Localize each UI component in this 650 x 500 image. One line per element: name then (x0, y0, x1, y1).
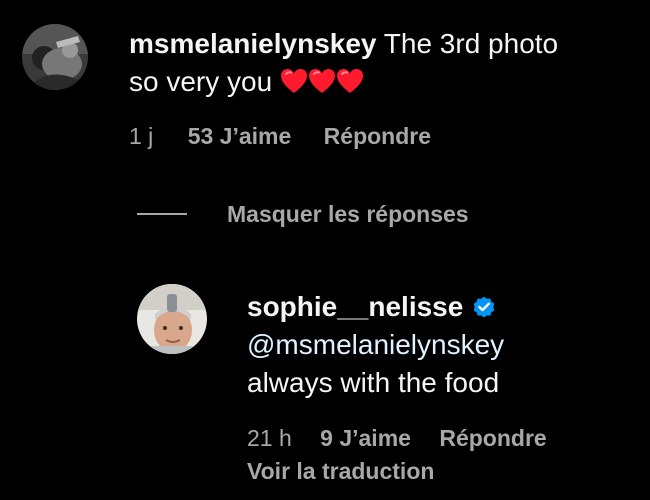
comment-text-line1: The 3rd photo (376, 28, 559, 59)
red-heart-icon (280, 69, 307, 93)
comment-reply-button[interactable]: Répondre (324, 123, 431, 150)
reply-reply-button[interactable]: Répondre (439, 425, 546, 452)
reply-timestamp: 21 h (247, 425, 292, 451)
replies-divider-line (137, 213, 187, 215)
comment-text: msmelanielynskey The 3rd photo so very y… (129, 25, 639, 101)
comment-likes-button[interactable]: 53 J’aime (188, 123, 292, 150)
reply-body: always with the food (247, 367, 500, 398)
reply-username[interactable]: sophie__nelisse (247, 291, 463, 322)
comment-timestamp: 1 j (129, 123, 154, 149)
verified-badge-icon (474, 296, 495, 318)
comment-username[interactable]: msmelanielynskey (129, 28, 377, 59)
hide-replies-label: Masquer les réponses (227, 200, 469, 227)
hearts-icon (280, 66, 364, 97)
red-heart-icon (308, 69, 335, 93)
profile-photo-icon (22, 24, 88, 90)
red-heart-icon (336, 69, 363, 93)
avatar-msmelanielynskey[interactable] (22, 24, 88, 90)
reply-mention-link[interactable]: @msmelanielynskey (247, 329, 504, 360)
reply-text: sophie__nelisse @msmelanielynskey always… (247, 288, 637, 402)
avatar-sophie-nelisse[interactable] (137, 284, 207, 354)
reply-meta: 21 h 9 J’aime Répondre (247, 425, 547, 452)
profile-photo-icon (137, 284, 207, 354)
reply-likes-button[interactable]: 9 J’aime (320, 425, 411, 452)
see-translation-button[interactable]: Voir la traduction (247, 458, 434, 485)
hide-replies-button[interactable]: Masquer les réponses (137, 199, 469, 229)
comment-text-line2: so very you (129, 66, 280, 97)
comment-meta: 1 j 53 J’aime Répondre (129, 123, 431, 150)
